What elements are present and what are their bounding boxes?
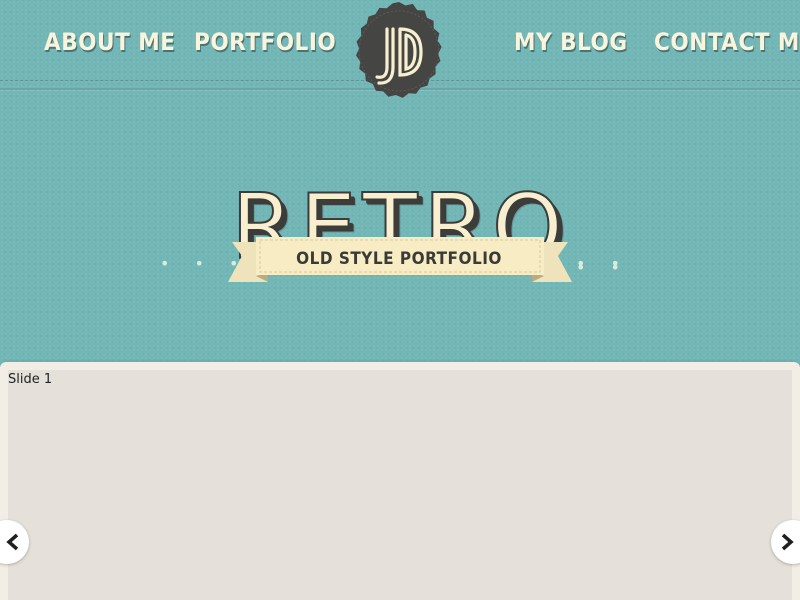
tagline-text: OLD STYLE PORTFOLIO [296,249,502,269]
slide-label: Slide 1 [8,372,53,387]
chevron-left-icon [6,533,19,551]
logo-badge[interactable] [349,1,449,101]
site-header: ABOUT ME PORTFOLIO MY BLOG CONTACT ME [0,0,800,98]
chevron-right-icon [781,533,794,551]
tagline-ribbon: • • • • OLD STYLE PORTFOLIO • • • • [160,234,640,290]
logo-seal-icon [356,2,442,98]
nav-item-portfolio[interactable]: PORTFOLIO [194,28,336,56]
image-slider: Slide 1 [0,362,800,600]
nav-item-contact-me[interactable]: CONTACT ME [654,28,800,56]
slide-panel[interactable]: Slide 1 [8,370,792,600]
ribbon-dots-right: • • • • [576,254,630,277]
nav-item-my-blog[interactable]: MY BLOG [514,28,628,56]
nav-item-about-me[interactable]: ABOUT ME [44,28,176,56]
